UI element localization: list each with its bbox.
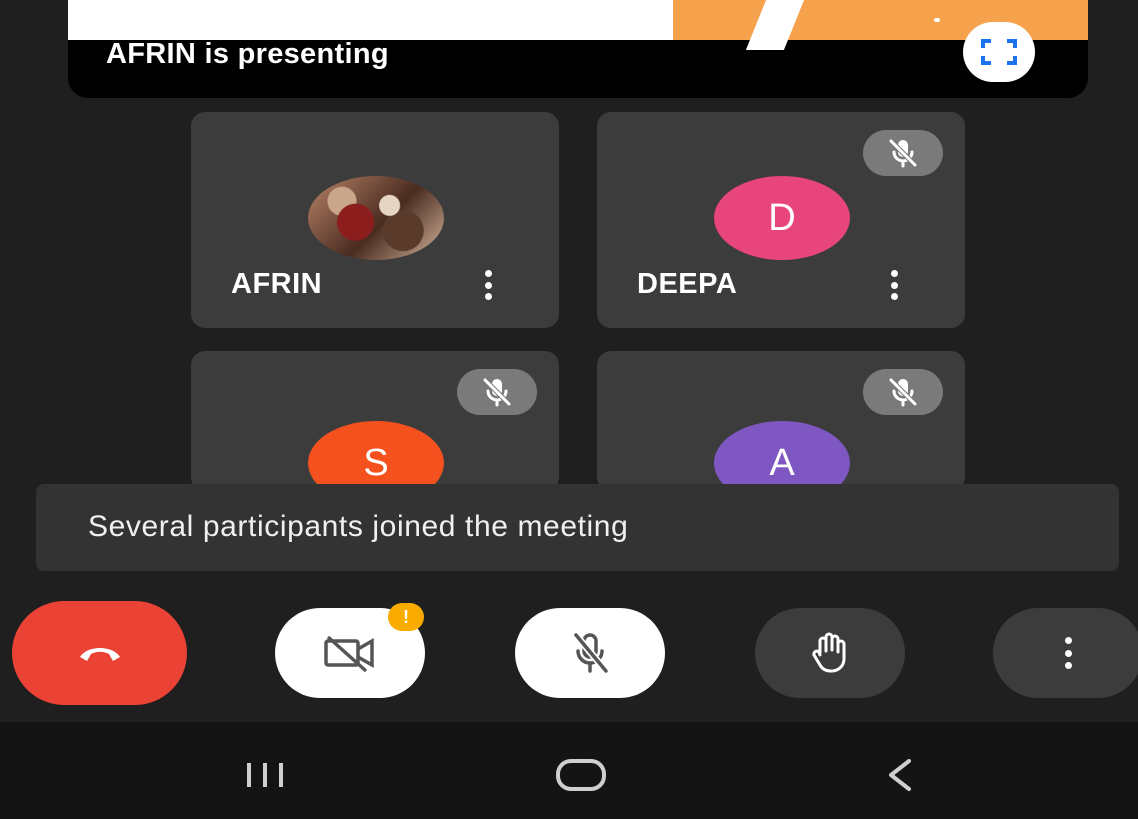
- end-call-button[interactable]: [12, 601, 187, 705]
- home-icon: [556, 759, 606, 791]
- participant-name: AFRIN: [231, 268, 323, 300]
- mic-off-icon: [888, 138, 918, 168]
- participant-tile-s[interactable]: S: [191, 351, 559, 491]
- camera-off-icon: [324, 635, 374, 673]
- presenting-label: AFRIN is presenting: [106, 38, 389, 70]
- avatar: S: [308, 421, 444, 491]
- participant-tile-deepa[interactable]: D DEEPA: [597, 112, 965, 328]
- recents-button[interactable]: [240, 752, 290, 798]
- more-options-button[interactable]: [993, 608, 1138, 698]
- avatar: D: [714, 176, 850, 260]
- shared-screen-preview: [68, 0, 1088, 50]
- fullscreen-icon: [981, 39, 1017, 65]
- fullscreen-button[interactable]: [963, 22, 1035, 82]
- mic-off-icon: [482, 377, 512, 407]
- mic-off-icon: [888, 377, 918, 407]
- avatar-initial: A: [769, 441, 795, 484]
- more-vertical-icon: [1063, 637, 1073, 669]
- avatar: [308, 176, 444, 260]
- toast-message: Several participants joined the meeting: [88, 510, 629, 543]
- recents-icon: [247, 763, 283, 787]
- phone-hangup-icon: [79, 648, 120, 661]
- participant-name: DEEPA: [637, 268, 738, 300]
- participant-menu-button[interactable]: [887, 270, 901, 300]
- avatar-initial: D: [768, 196, 796, 239]
- participants-joined-toast: Several participants joined the meeting: [36, 484, 1119, 571]
- mic-toggle-button[interactable]: [515, 608, 665, 698]
- presenting-banner[interactable]: AFRIN is presenting: [68, 0, 1088, 98]
- mic-off-icon: [572, 631, 610, 675]
- home-button[interactable]: [553, 752, 609, 798]
- camera-alert-badge: !: [388, 603, 424, 631]
- participant-menu-button[interactable]: [481, 270, 495, 300]
- avatar-initial: S: [363, 441, 389, 484]
- muted-badge: [863, 369, 943, 415]
- raise-hand-button[interactable]: [755, 608, 905, 698]
- participant-tile-afrin[interactable]: AFRIN: [191, 112, 559, 328]
- back-button[interactable]: [880, 752, 920, 798]
- avatar: A: [714, 421, 850, 491]
- muted-badge: [457, 369, 537, 415]
- system-navigation-bar: [0, 722, 1138, 819]
- back-icon: [889, 759, 911, 791]
- muted-badge: [863, 130, 943, 176]
- raise-hand-icon: [812, 632, 846, 673]
- participant-tile-a[interactable]: A: [597, 351, 965, 491]
